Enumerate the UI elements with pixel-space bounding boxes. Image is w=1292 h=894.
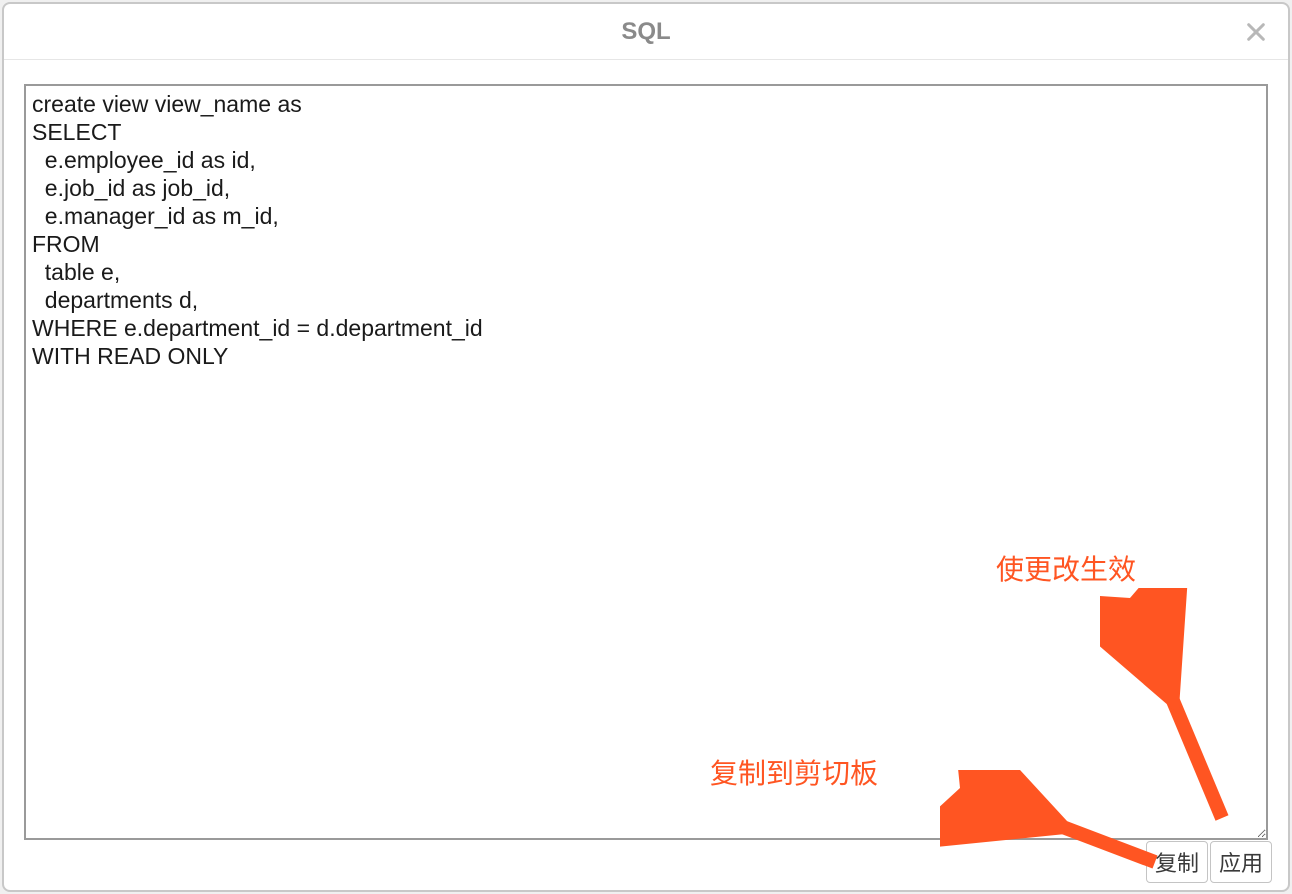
dialog-body xyxy=(4,60,1288,840)
dialog-header: SQL xyxy=(4,4,1288,60)
dialog-footer: 复制 应用 xyxy=(4,840,1288,890)
copy-button[interactable]: 复制 xyxy=(1146,841,1208,883)
dialog-title: SQL xyxy=(621,18,670,46)
close-icon xyxy=(1245,21,1267,43)
apply-button[interactable]: 应用 xyxy=(1210,841,1272,883)
close-button[interactable] xyxy=(1242,18,1270,46)
sql-dialog: SQL 复制 应用 xyxy=(2,2,1290,892)
sql-textarea[interactable] xyxy=(24,84,1268,840)
